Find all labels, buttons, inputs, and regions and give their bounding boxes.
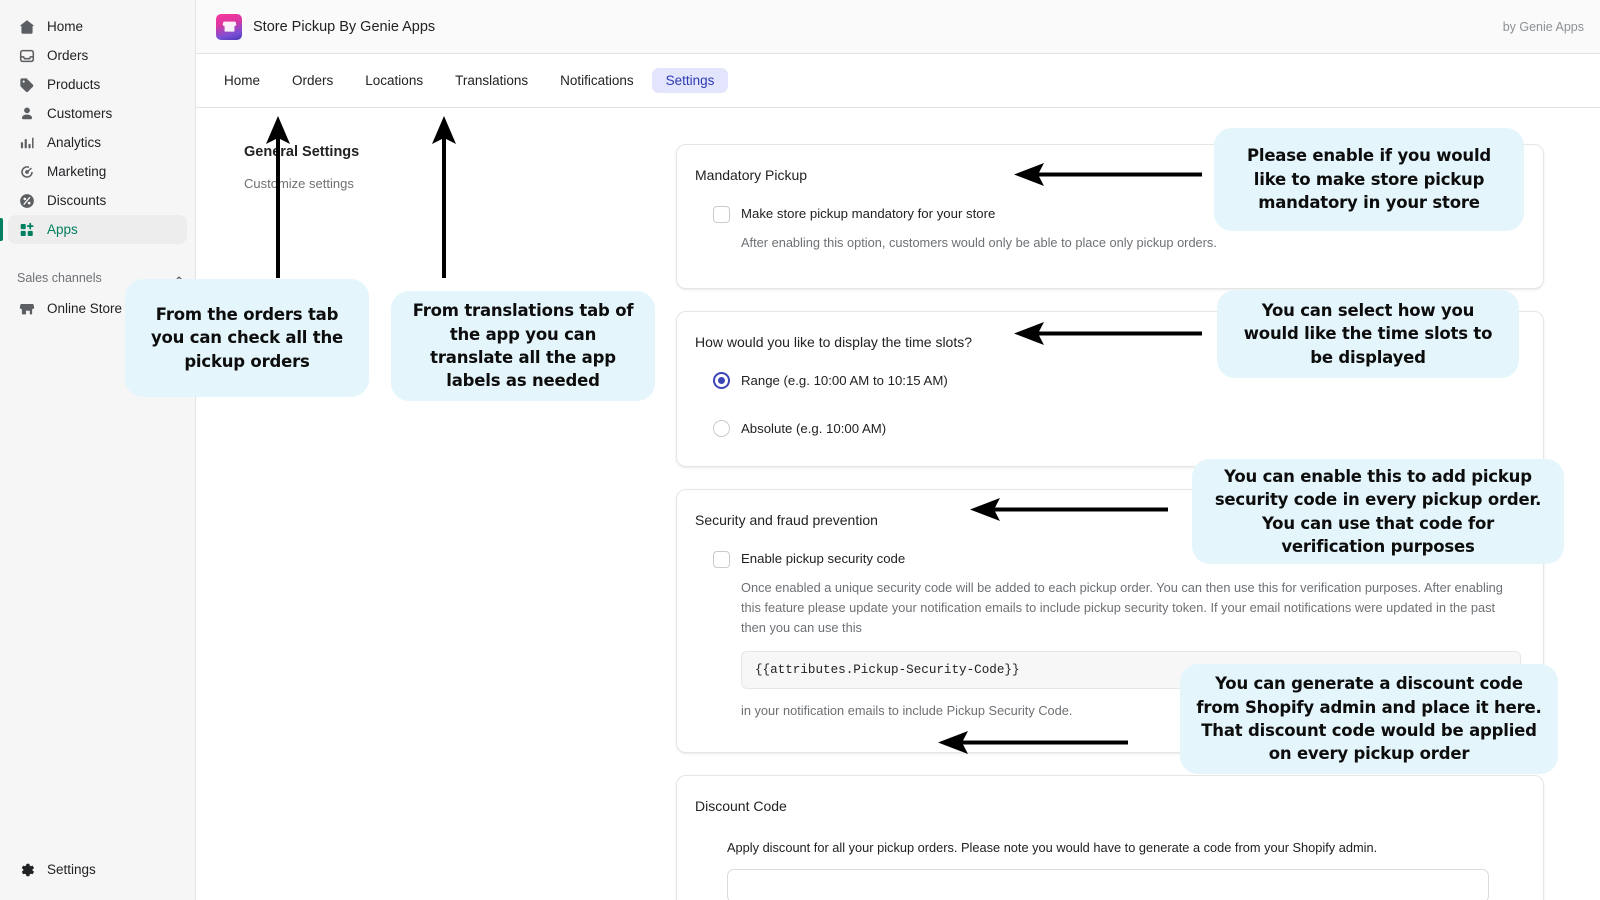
sidebar-item-label: Apps bbox=[47, 222, 78, 237]
mandatory-pickup-help: After enabling this option, customers wo… bbox=[695, 233, 1521, 253]
sidebar-item-label: Online Store bbox=[47, 301, 122, 316]
time-slot-display-card: How would you like to display the time s… bbox=[676, 311, 1544, 467]
absolute-label: Absolute (e.g. 10:00 AM) bbox=[741, 420, 886, 438]
gear-icon bbox=[17, 860, 37, 880]
security-token-code-block: {{attributes.Pickup-Security-Code}} bbox=[741, 651, 1521, 689]
tab-settings[interactable]: Settings bbox=[652, 68, 729, 93]
page-title: General Settings bbox=[244, 144, 652, 160]
time-slot-option-range[interactable]: Range (e.g. 10:00 AM to 10:15 AM) bbox=[695, 372, 1521, 390]
store-pickup-app-icon bbox=[216, 14, 242, 40]
sidebar-item-label: Home bbox=[47, 19, 83, 34]
app-tabbar: Home Orders Locations Translations Notif… bbox=[196, 54, 1600, 108]
sidebar-bottom: Settings bbox=[0, 855, 195, 884]
card-title: Security and fraud prevention bbox=[695, 512, 1521, 528]
sidebar-item-orders[interactable]: Orders bbox=[8, 41, 187, 70]
sidebar-item-home[interactable]: Home bbox=[8, 12, 187, 41]
orders-icon bbox=[17, 46, 37, 66]
sales-channels-label: Sales channels bbox=[17, 271, 102, 285]
tab-home[interactable]: Home bbox=[210, 68, 274, 93]
sidebar-item-customers[interactable]: Customers bbox=[8, 99, 187, 128]
app-root: Home Orders Products Customers bbox=[0, 0, 1600, 900]
tab-translations[interactable]: Translations bbox=[441, 68, 542, 93]
sidebar-item-settings[interactable]: Settings bbox=[8, 855, 187, 884]
security-fraud-card: Security and fraud prevention Enable pic… bbox=[676, 489, 1544, 754]
page-subtitle: Customize settings bbox=[244, 176, 652, 191]
chevron-up-icon[interactable] bbox=[172, 271, 186, 285]
app-topbar: Store Pickup By Genie Apps by Genie Apps bbox=[196, 0, 1600, 54]
security-tail-text: in your notification emails to include P… bbox=[695, 703, 1521, 718]
marketing-target-icon bbox=[17, 162, 37, 182]
sidebar-item-label: Analytics bbox=[47, 135, 101, 150]
apps-grid-icon bbox=[17, 220, 37, 240]
settings-cards-column: Mandatory Pickup Make store pickup manda… bbox=[676, 144, 1600, 900]
absolute-radio[interactable] bbox=[713, 420, 730, 437]
sidebar-item-products[interactable]: Products bbox=[8, 70, 187, 99]
range-radio[interactable] bbox=[713, 372, 730, 389]
sidebar-nav-list: Home Orders Products Customers bbox=[0, 0, 195, 323]
security-code-label: Enable pickup security code bbox=[741, 550, 905, 568]
mandatory-pickup-checkbox[interactable] bbox=[713, 206, 730, 223]
online-store-icon bbox=[17, 299, 37, 319]
card-title: Mandatory Pickup bbox=[695, 167, 1521, 183]
discount-code-input[interactable] bbox=[727, 869, 1489, 900]
general-settings-panel: General Settings Customize settings bbox=[196, 144, 676, 900]
sidebar-item-analytics[interactable]: Analytics bbox=[8, 128, 187, 157]
app-author: by Genie Apps bbox=[1503, 20, 1584, 34]
security-code-checkbox[interactable] bbox=[713, 551, 730, 568]
embedded-app-frame: Store Pickup By Genie Apps by Genie Apps… bbox=[196, 0, 1600, 900]
mandatory-pickup-option-row[interactable]: Make store pickup mandatory for your sto… bbox=[695, 205, 1521, 223]
home-icon bbox=[17, 17, 37, 37]
time-slot-option-absolute[interactable]: Absolute (e.g. 10:00 AM) bbox=[695, 420, 1521, 438]
discount-code-card: Discount Code Apply discount for all you… bbox=[676, 775, 1544, 900]
discount-description: Apply discount for all your pickup order… bbox=[695, 840, 1521, 855]
customers-person-icon bbox=[17, 104, 37, 124]
sidebar-item-label: Customers bbox=[47, 106, 112, 121]
sidebar-item-label: Settings bbox=[47, 862, 96, 877]
sidebar-item-label: Orders bbox=[47, 48, 88, 63]
tab-orders[interactable]: Orders bbox=[278, 68, 347, 93]
tab-notifications[interactable]: Notifications bbox=[546, 68, 648, 93]
mandatory-pickup-label: Make store pickup mandatory for your sto… bbox=[741, 205, 995, 223]
settings-content: General Settings Customize settings Mand… bbox=[196, 108, 1600, 900]
card-title: Discount Code bbox=[695, 798, 1521, 814]
shopify-sidebar: Home Orders Products Customers bbox=[0, 0, 196, 900]
security-code-option-row[interactable]: Enable pickup security code bbox=[695, 550, 1521, 568]
sidebar-item-online-store[interactable]: Online Store bbox=[8, 294, 187, 323]
sidebar-item-discounts[interactable]: Discounts bbox=[8, 186, 187, 215]
range-label: Range (e.g. 10:00 AM to 10:15 AM) bbox=[741, 372, 948, 390]
products-tag-icon bbox=[17, 75, 37, 95]
sales-channels-section-header: Sales channels bbox=[0, 268, 195, 288]
sidebar-item-label: Discounts bbox=[47, 193, 106, 208]
app-title: Store Pickup By Genie Apps bbox=[253, 19, 435, 35]
tab-locations[interactable]: Locations bbox=[351, 68, 437, 93]
sidebar-item-marketing[interactable]: Marketing bbox=[8, 157, 187, 186]
security-help-text: Once enabled a unique security code will… bbox=[695, 578, 1521, 638]
analytics-bars-icon bbox=[17, 133, 37, 153]
sidebar-item-label: Marketing bbox=[47, 164, 106, 179]
mandatory-pickup-card: Mandatory Pickup Make store pickup manda… bbox=[676, 144, 1544, 289]
card-title: How would you like to display the time s… bbox=[695, 334, 1521, 350]
sidebar-item-apps[interactable]: Apps bbox=[8, 215, 187, 244]
discounts-percent-icon bbox=[17, 191, 37, 211]
sidebar-item-label: Products bbox=[47, 77, 100, 92]
